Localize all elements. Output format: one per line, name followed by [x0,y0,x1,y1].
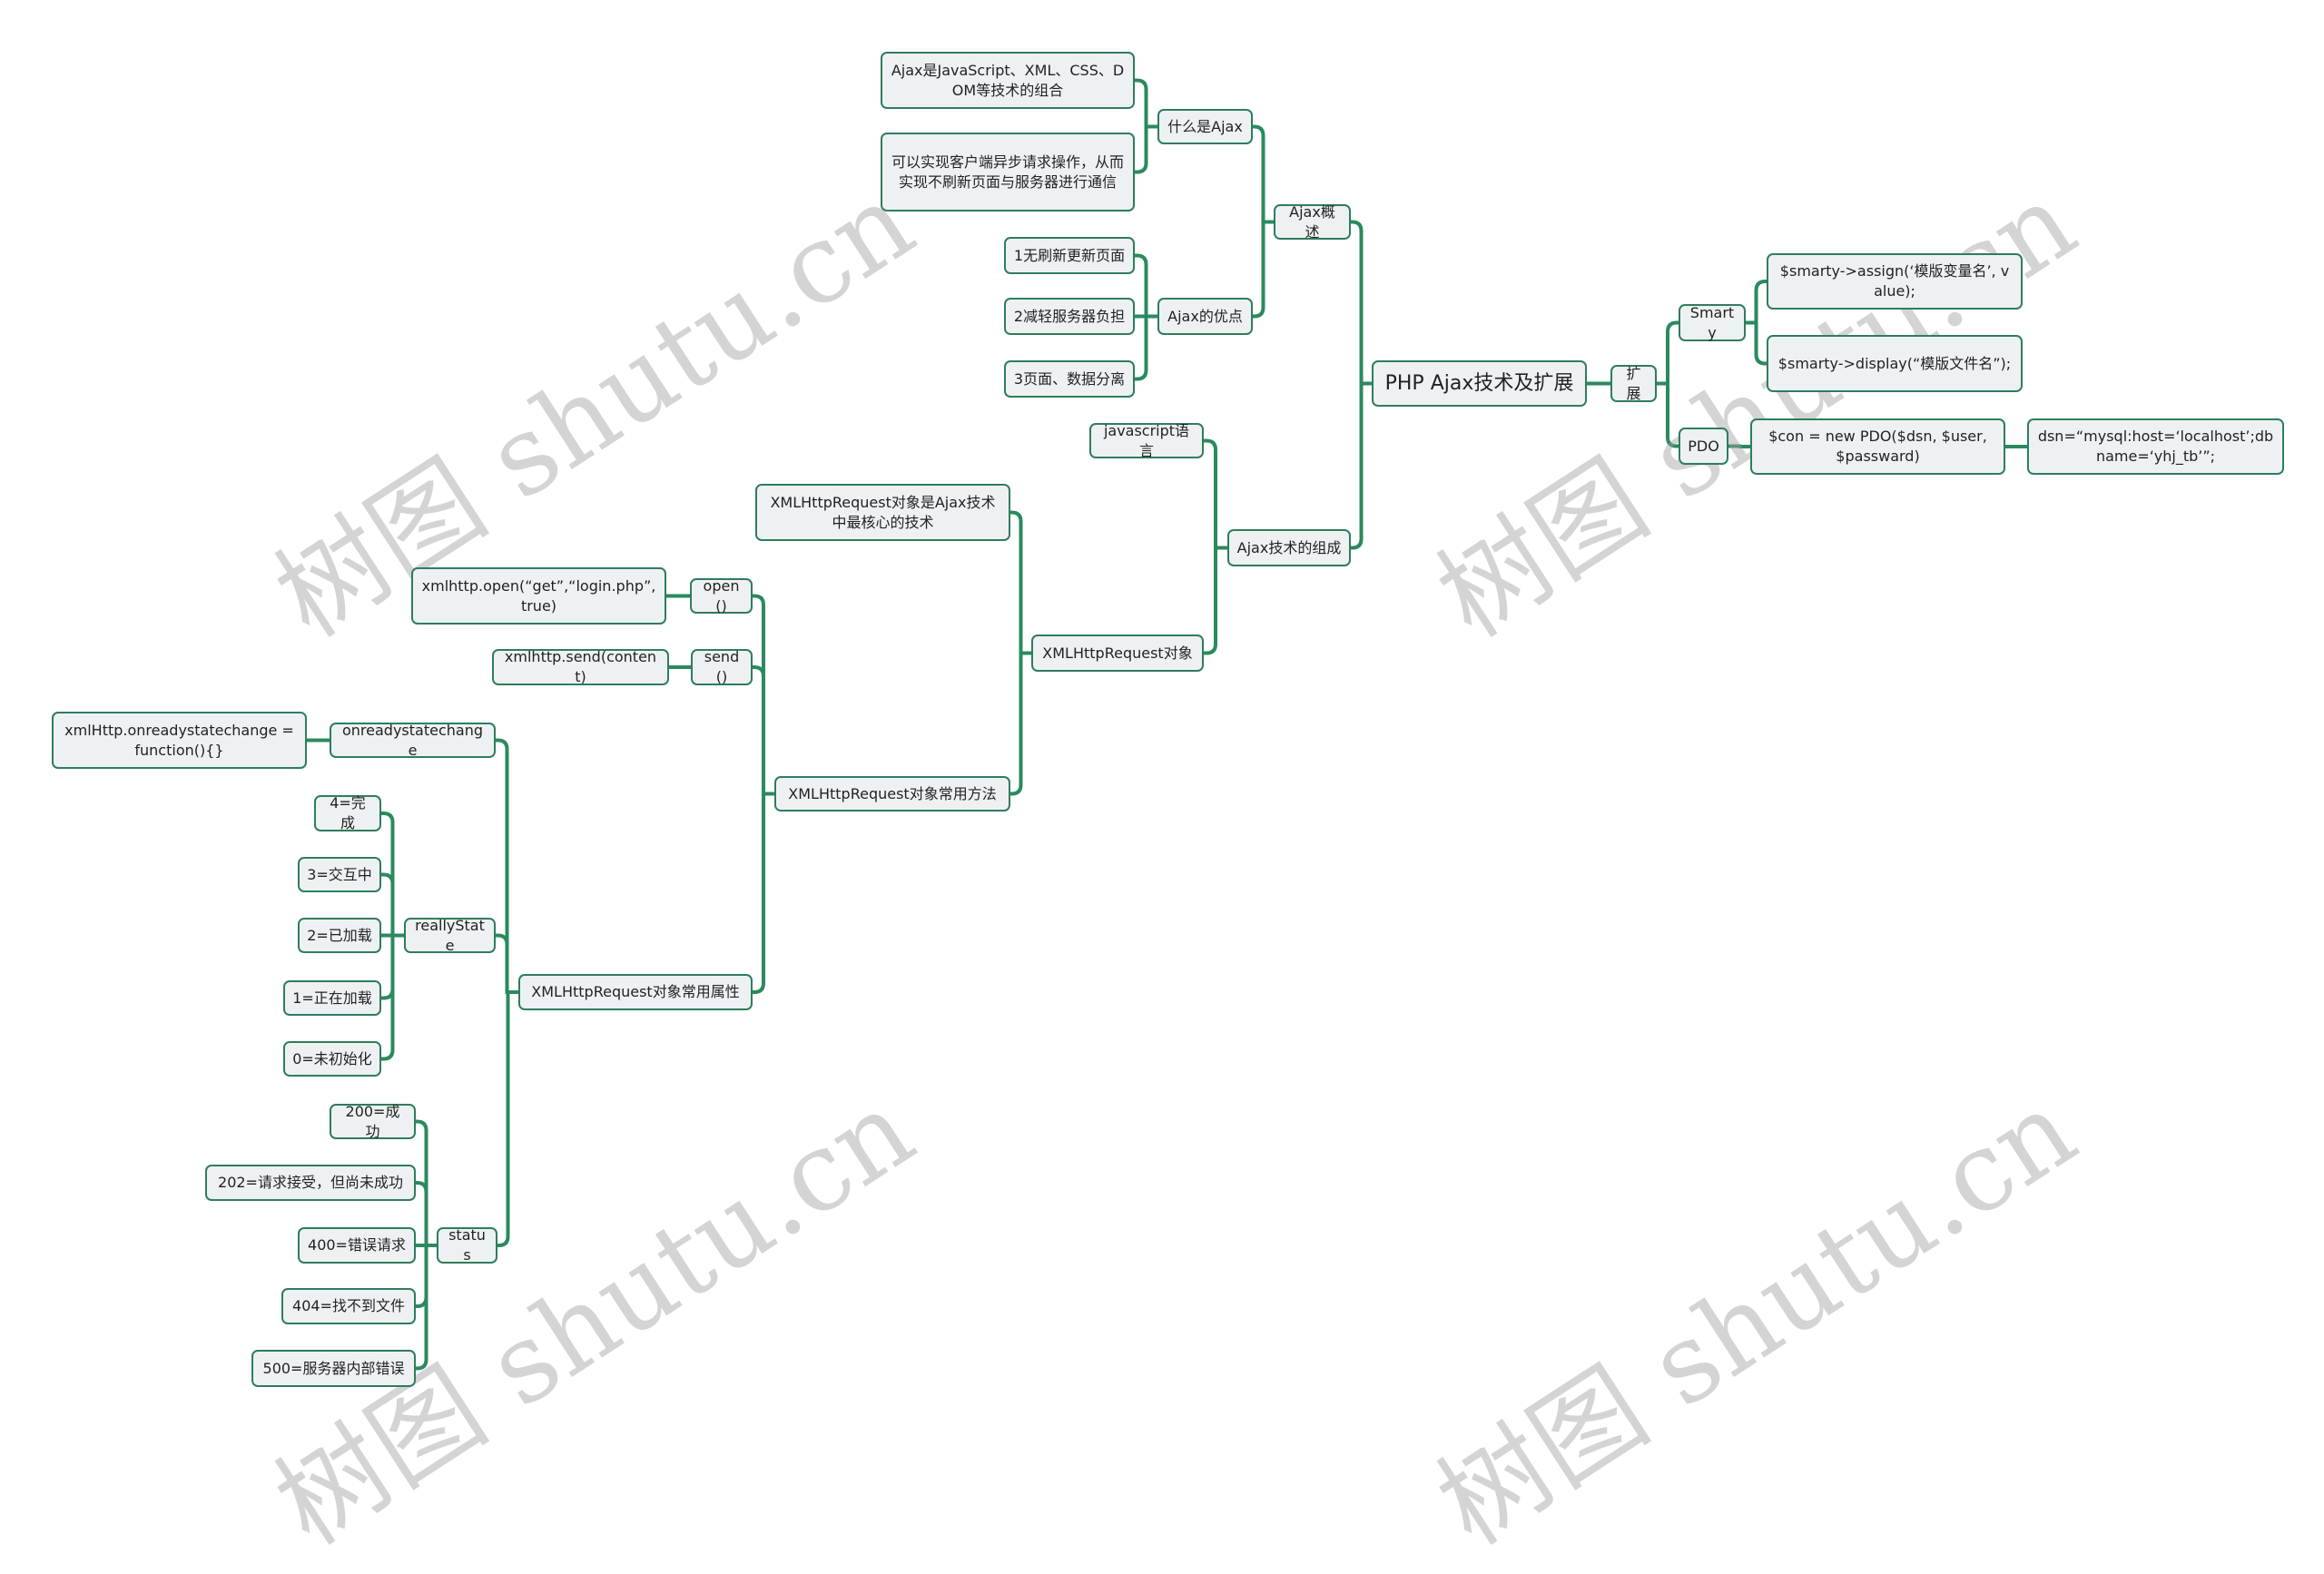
connector-comp-xhr [1204,546,1227,655]
connector-smarty-display [1746,320,1767,366]
connector-rs-rs3 [381,872,404,938]
node-ajax-overview[interactable]: Ajax概述 [1274,203,1351,241]
node-state-0[interactable]: 0=未初始化 [283,1041,381,1077]
node-send-example[interactable]: xmlhttp.send(content) [492,648,669,685]
connector-methods-props [753,792,774,994]
connector-overview-whatis [1253,124,1274,224]
node-ajax-composition[interactable]: Ajax技术的组成 [1227,529,1351,566]
connector-smarty-assign [1746,280,1767,325]
connector-extend-smarty [1657,320,1679,386]
connector-whatis-whatis2 [1135,124,1157,174]
node-what-is-ajax-1[interactable]: Ajax是JavaScript、XML、CSS、DOM等技术的组合 [881,52,1135,109]
node-pdo-dsn[interactable]: dsn=“mysql:host=‘localhost’;dbname=‘yhj_… [2027,418,2284,475]
node-xhr-properties[interactable]: XMLHttpRequest对象常用属性 [518,974,753,1010]
connector-props-status [497,990,518,1247]
connector-xhr-methods [1010,651,1031,796]
connector-xhr-xhrcore [1010,510,1031,655]
node-status-200[interactable]: 200=成功 [330,1103,416,1140]
node-onreadystatechange-example[interactable]: xmlHttp.onreadystatechange = function(){… [52,712,307,769]
connector-extend-pdo [1657,381,1679,448]
connector-adv-adv3 [1135,314,1157,381]
root-node[interactable]: PHP Ajax技术及扩展 [1372,360,1587,407]
node-xhr-methods[interactable]: XMLHttpRequest对象常用方法 [774,776,1010,812]
node-open-example[interactable]: xmlhttp.open(“get”,“login.php”,true) [411,567,666,625]
node-xhr-core[interactable]: XMLHttpRequest对象是Ajax技术中最核心的技术 [755,484,1010,541]
connector-whatis-whatis1 [1135,78,1157,129]
node-state-3[interactable]: 3=交互中 [298,857,381,892]
connector-props-rs [496,933,518,994]
node-state-4[interactable]: 4=完成 [314,794,381,831]
connector-comp-js [1204,438,1227,550]
mindmap-canvas: 树图 shutu.cn 树图 shutu.cn 树图 shutu.cn 树图 s… [0,0,2324,1569]
node-status-202[interactable]: 202=请求接受，但尚未成功 [205,1165,416,1201]
node-smarty[interactable]: Smarty [1679,304,1746,341]
connector-adv-adv1 [1135,253,1157,319]
connector-pdo-con [1728,444,1750,448]
node-advantage-2[interactable]: 2减轻服务器负担 [1004,298,1135,335]
node-status[interactable]: status [437,1226,497,1264]
connector-methods-send [753,665,774,796]
node-pdo-con[interactable]: $con = new PDO($dsn, $user, $passward) [1750,418,2005,475]
connector-root-comp [1351,381,1372,550]
node-status-500[interactable]: 500=服务器内部错误 [251,1350,416,1387]
connector-overview-adv [1253,220,1274,319]
node-smarty-assign[interactable]: $smarty->assign(‘模版变量名’, value); [1767,253,2023,310]
node-extend[interactable]: 扩展 [1610,365,1657,402]
node-advantage-1[interactable]: 1无刷新更新页面 [1004,237,1135,274]
node-javascript-language[interactable]: javascript语言 [1089,422,1204,459]
node-what-is-ajax[interactable]: 什么是Ajax [1157,109,1253,144]
connector-lines [307,78,2027,1371]
node-open[interactable]: open() [690,577,753,615]
node-really-state[interactable]: reallyState [404,917,496,954]
node-state-1[interactable]: 1=正在加载 [283,980,381,1016]
node-state-2[interactable]: 2=已加载 [298,918,381,953]
connector-root-overview [1351,220,1372,386]
node-pdo[interactable]: PDO [1679,428,1728,465]
node-send[interactable]: send() [691,648,753,685]
node-smarty-display[interactable]: $smarty->display(“模版文件名”); [1767,335,2023,392]
node-status-404[interactable]: 404=找不到文件 [281,1288,416,1324]
node-onreadystatechange[interactable]: onreadystatechange [330,722,496,759]
node-advantage-3[interactable]: 3页面、数据分离 [1004,360,1135,398]
connector-status-s202 [416,1181,437,1247]
node-status-400[interactable]: 400=错误请求 [298,1227,416,1264]
node-what-is-ajax-2[interactable]: 可以实现客户端异步请求操作，从而实现不刷新页面与服务器进行通信 [881,133,1135,212]
node-ajax-advantages[interactable]: Ajax的优点 [1157,298,1253,335]
node-xhr-object[interactable]: XMLHttpRequest对象 [1031,635,1204,672]
